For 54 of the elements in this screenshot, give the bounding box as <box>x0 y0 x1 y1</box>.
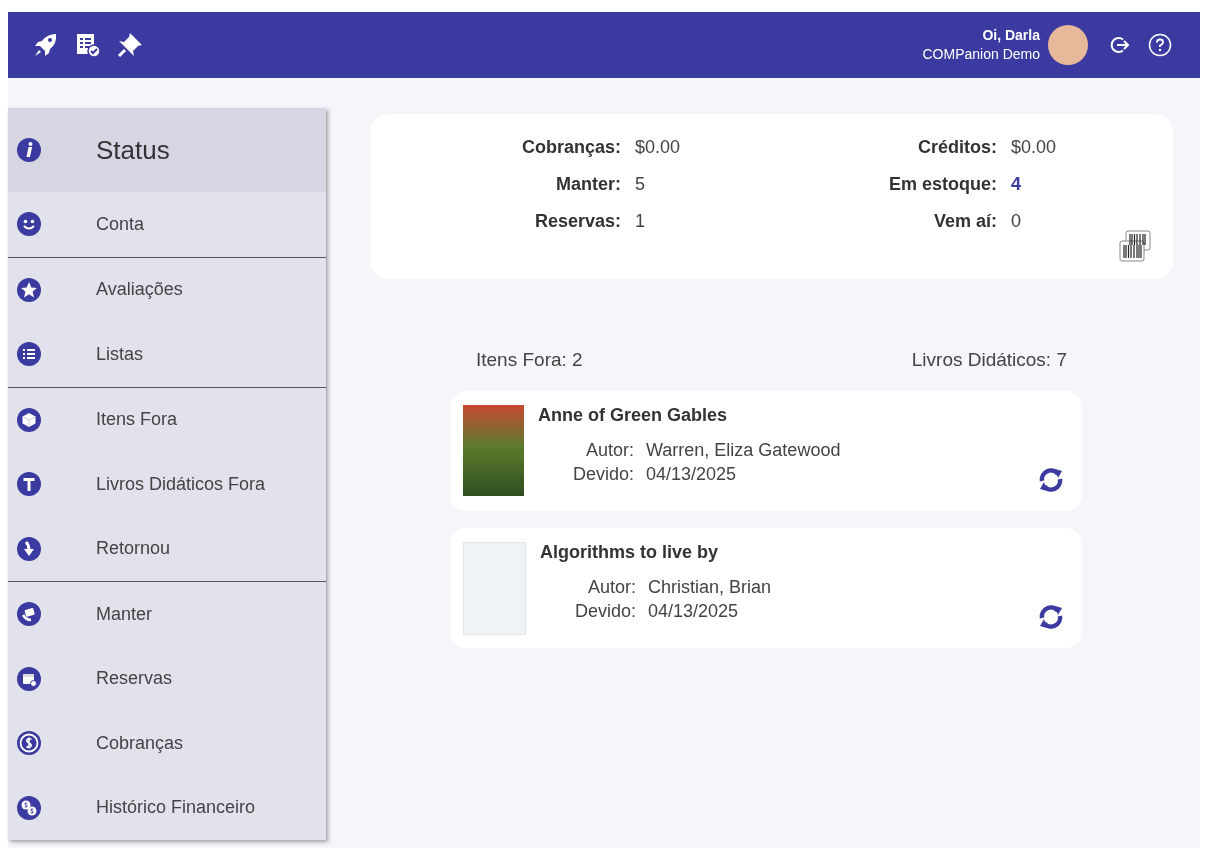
help-icon[interactable] <box>1148 33 1172 57</box>
sidebar-item[interactable]: Avaliações <box>8 257 326 322</box>
stat-value: 0 <box>1011 211 1022 232</box>
sidebar-item[interactable]: Status <box>8 108 326 192</box>
book-title[interactable]: Anne of Green Gables <box>538 405 1038 426</box>
author-name: Warren, Eliza Gatewood <box>646 440 842 461</box>
author-label: Autor: <box>584 440 634 461</box>
renew-icon[interactable] <box>1038 467 1064 493</box>
due-date: 04/13/2025 <box>648 601 740 622</box>
smiley-icon <box>17 212 41 237</box>
author-label: Autor: <box>586 577 636 598</box>
due-label: Devido: <box>573 601 636 622</box>
sidebar-item[interactable]: Histórico Financeiro <box>8 775 326 840</box>
stat-label: Cobranças: <box>520 137 622 158</box>
hand-icon <box>17 602 41 627</box>
book-title[interactable]: Algorithms to live by <box>540 542 1038 563</box>
sidebar-item[interactable]: Retornou <box>8 516 326 581</box>
info-icon <box>17 138 41 162</box>
stat-label: Créditos: <box>917 137 998 158</box>
sidebar-item[interactable]: Conta <box>8 192 326 257</box>
due-label: Devido: <box>571 464 634 485</box>
stat-label: Em estoque: <box>887 174 998 195</box>
pin-icon[interactable] <box>116 31 144 59</box>
sidebar-item[interactable]: Livros Didáticos Fora <box>8 452 326 517</box>
stat-value: 4 <box>1011 174 1022 195</box>
list-icon <box>17 342 41 367</box>
calendar-icon <box>17 666 41 691</box>
stat-value: 5 <box>635 174 646 195</box>
stat-value: $0.00 <box>1011 137 1058 158</box>
coins-icon <box>17 795 41 820</box>
stat-value: $0.00 <box>635 137 682 158</box>
logout-icon[interactable] <box>1110 35 1130 55</box>
cube-icon <box>17 407 41 432</box>
checklist-icon[interactable] <box>74 31 102 59</box>
renew-icon[interactable] <box>1038 604 1064 630</box>
sidebar-item[interactable]: Listas <box>8 322 326 387</box>
sidebar-item[interactable]: Itens Fora <box>8 387 326 452</box>
sidebar-item[interactable]: Cobranças <box>8 711 326 776</box>
textbooks-count: Livros Didáticos: 7 <box>911 349 1067 371</box>
barcode-icon[interactable] <box>1117 228 1153 264</box>
due-date: 04/13/2025 <box>646 464 738 485</box>
sidebar-item[interactable]: Manter <box>8 582 326 647</box>
site-name: COMPanion Demo <box>922 45 1040 64</box>
dollar-icon <box>17 731 41 756</box>
letter-t-icon <box>17 472 41 497</box>
greeting-text: Oi, Darla <box>982 26 1040 45</box>
stat-label: Vem aí: <box>932 211 998 232</box>
stat-label: Reservas: <box>533 211 622 232</box>
sidebar-item[interactable]: Reservas <box>8 646 326 711</box>
items-out-count: Itens Fora: 2 <box>476 349 583 371</box>
author-name: Christian, Brian <box>648 577 773 598</box>
avatar-circle <box>1048 25 1088 65</box>
stat-value: 1 <box>635 211 646 232</box>
stat-label: Manter: <box>555 174 622 195</box>
